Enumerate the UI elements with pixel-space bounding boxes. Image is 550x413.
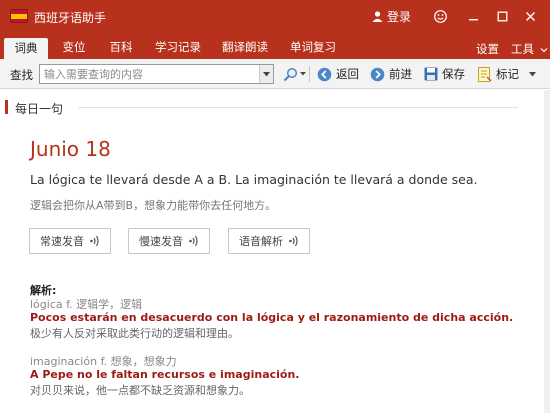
settings-menu[interactable]: 设置 (476, 41, 499, 57)
save-label: 保存 (442, 67, 465, 81)
chevron-down-icon (540, 48, 548, 53)
daily-translation: 逻辑会把你从A带到B，想象力能带你去任何地方。 (30, 199, 277, 212)
mark-label: 标记 (496, 67, 519, 81)
tools-label: 工具 (511, 42, 534, 56)
tab-translate-read[interactable]: 翻译朗读 (216, 37, 274, 59)
tools-menu[interactable]: 工具 (511, 41, 548, 57)
voice-analysis-button[interactable]: 语音解析 (228, 228, 310, 254)
app-title: 西班牙语助手 (34, 11, 107, 25)
back-label: 返回 (336, 67, 359, 81)
audio-button-label: 语音解析 (239, 235, 283, 248)
analysis-example: Pocos estarán en desacuerdo con la lógic… (30, 311, 514, 324)
scrollbar[interactable] (544, 90, 550, 413)
analysis-example: A Pepe no le faltan recursos e imaginaci… (30, 368, 300, 381)
daily-sentence: La lógica te llevará desde A a B. La ima… (30, 172, 478, 187)
forward-arrow-icon (370, 67, 385, 81)
tab-word-review[interactable]: 单词复习 (284, 37, 342, 59)
toolbar-separator (309, 66, 310, 82)
close-button[interactable] (521, 7, 539, 25)
tab-conjugation[interactable]: 变位 (55, 37, 93, 59)
analysis-example-translation: 对贝贝来说，他一点都不缺乏资源和想象力。 (30, 384, 250, 397)
sound-wave-icon (189, 235, 198, 247)
minimize-button[interactable] (464, 7, 482, 25)
mark-button[interactable]: 标记 (478, 65, 519, 83)
section-title: 每日一句 (15, 102, 64, 116)
section-divider (78, 107, 518, 108)
analysis-example-translation: 极少有人反对采取此类行动的逻辑和理由。 (30, 327, 239, 340)
search-input[interactable] (39, 64, 274, 84)
save-button[interactable]: 保存 (424, 65, 465, 83)
user-icon (372, 11, 383, 22)
slow-speed-audio-button[interactable]: 慢速发音 (128, 228, 210, 254)
back-arrow-icon (317, 67, 332, 81)
analysis-word: imaginación f. 想象，想象力 (30, 355, 177, 368)
caret-down-icon (300, 72, 306, 76)
tab-encyclopedia[interactable]: 百科 (102, 37, 140, 59)
sound-wave-icon (289, 235, 298, 247)
tab-bar: 词典 变位 百科 学习记录 翻译朗读 单词复习 设置 工具 (0, 33, 550, 59)
sound-wave-icon (90, 235, 99, 247)
normal-speed-audio-button[interactable]: 常速发音 (29, 228, 111, 254)
toolbar: 查找 返回 前进 保存 标记 (0, 59, 550, 89)
skin-button[interactable] (431, 7, 449, 25)
maximize-button[interactable] (493, 7, 511, 25)
analysis-word: lógica f. 逻辑学，逻辑 (30, 298, 143, 311)
search-icon (283, 67, 298, 81)
back-button[interactable]: 返回 (317, 65, 359, 83)
tab-dictionary[interactable]: 词典 (4, 38, 48, 59)
search-button[interactable] (283, 65, 310, 83)
login-button[interactable]: 登录 (372, 8, 411, 25)
caret-down-icon (529, 71, 536, 76)
daily-date: Junio 18 (30, 137, 111, 161)
close-icon (525, 11, 535, 21)
search-history-dropdown[interactable] (259, 65, 273, 83)
caret-down-icon (263, 71, 270, 76)
section-accent-bar (5, 100, 8, 114)
login-label: 登录 (387, 10, 412, 24)
smiley-icon (433, 9, 447, 23)
floppy-disk-icon (424, 67, 438, 81)
audio-button-label: 常速发音 (40, 235, 84, 248)
forward-button[interactable]: 前进 (370, 65, 412, 83)
find-label: 查找 (10, 68, 33, 82)
title-bar: 西班牙语助手 登录 (0, 0, 550, 33)
mark-dropdown[interactable] (529, 65, 540, 83)
tab-study-record[interactable]: 学习记录 (150, 37, 206, 59)
forward-label: 前进 (389, 67, 412, 81)
audio-button-label: 慢速发音 (139, 235, 183, 248)
minimize-icon (468, 18, 478, 20)
spain-flag-icon (10, 9, 28, 23)
maximize-icon (497, 11, 507, 21)
bookmark-note-icon (478, 66, 492, 82)
